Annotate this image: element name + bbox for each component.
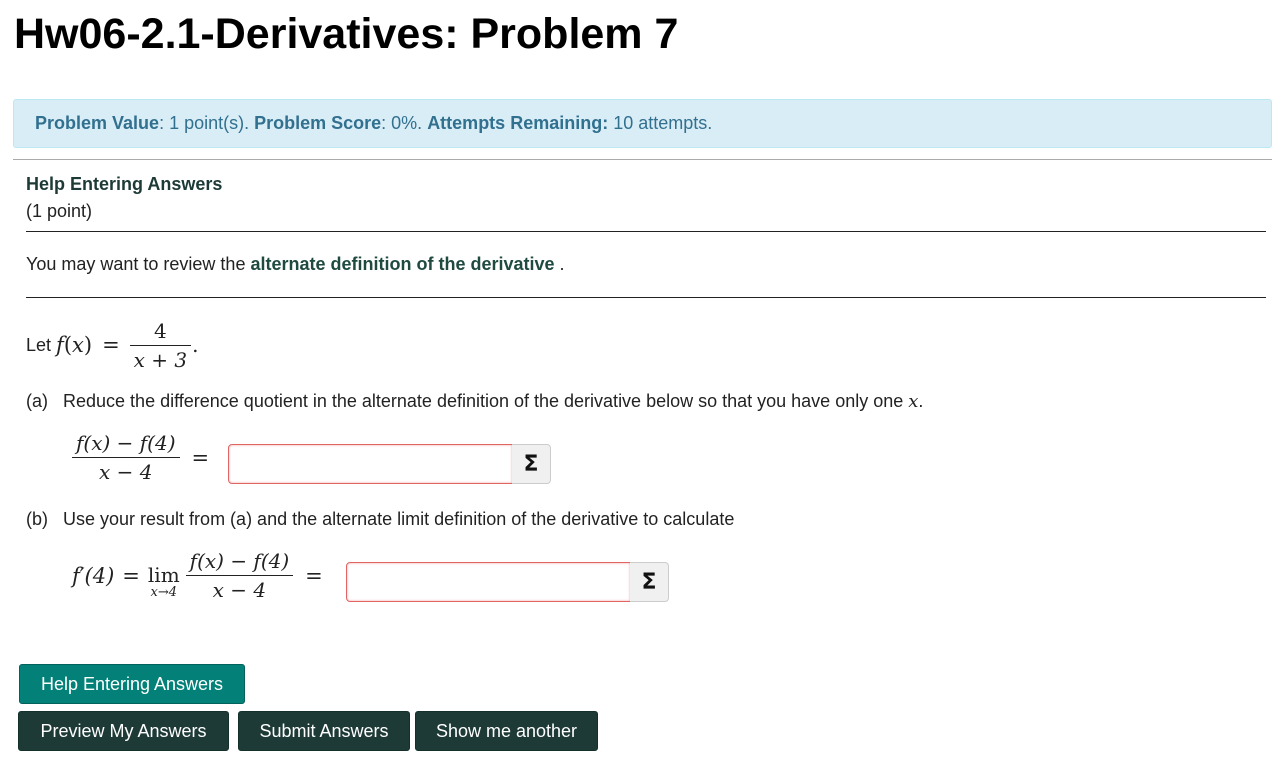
show-me-another-button[interactable]: Show me another [415,711,598,751]
attempts-remaining-text: 10 attempts. [608,113,713,133]
part-a-quotient: f(x) − f(4) x − 4 = [72,431,209,484]
part-b-question: (b) Use your result from (a) and the alt… [26,509,734,530]
submit-answers-button[interactable]: Submit Answers [238,711,410,751]
review-prefix: You may want to review the [26,254,251,274]
part-a-question: (a) Reduce the difference quotient in th… [26,391,923,412]
problem-info-bar: Problem Value: 1 point(s). Problem Score… [13,99,1272,148]
lim-subscript: x→4 [150,584,178,600]
part-a-label: (a) [26,391,48,411]
help-entering-answers-button[interactable]: Help Entering Answers [19,664,245,704]
equals-sign: = [305,563,323,588]
problem-value-label: Problem Value [35,113,160,133]
divider [13,159,1272,160]
part-a-answer-input[interactable] [228,444,513,484]
review-suffix: . [554,254,565,274]
problem-score-text: : 0%. [381,113,428,133]
function-name: f [56,333,64,357]
alternate-definition-link[interactable]: alternate definition of the derivative [250,254,554,274]
function-denominator: x + 3 [133,347,188,372]
divider [26,297,1266,298]
function-var: x [72,333,84,357]
equals-sign: = [102,333,120,357]
problem-value-text: : 1 point(s). [159,113,255,133]
part-b-lhs: f′(4) [72,563,115,588]
problem-points: (1 point) [26,201,93,221]
function-definition: Let f(x) = 4 x + 3 . [26,318,199,372]
function-fraction: 4 x + 3 [129,318,192,372]
page-title: Hw06-2.1-Derivatives: Problem 7 [14,10,679,58]
part-a-quotient-denominator: x − 4 [99,460,153,484]
part-b-text: Use your result from (a) and the alterna… [63,509,735,529]
equals-sign: = [191,445,210,470]
part-b-answer-input[interactable] [346,562,631,602]
sigma-icon[interactable]: Σ [630,562,669,602]
sigma-icon[interactable]: Σ [512,444,551,484]
part-a-end: . [918,391,924,411]
divider [26,231,1266,232]
help-entering-answers-heading: Help Entering Answers [26,174,223,194]
part-b-limit-expression: f′(4) = lim x→4 f(x) − f(4) x − 4 = [72,549,323,602]
part-b-quotient-denominator: x − 4 [212,578,267,602]
function-numerator: 4 [154,318,167,343]
review-hint: You may want to review the alternate def… [26,254,565,275]
part-a-text: Reduce the difference quotient in the al… [63,391,909,411]
part-a-var: x [908,391,919,412]
lim-operator: lim [147,562,180,587]
let-prefix: Let [26,334,57,355]
preview-answers-button[interactable]: Preview My Answers [18,711,229,751]
problem-score-label: Problem Score [254,113,382,133]
part-b-label: (b) [26,509,48,529]
part-b-quotient-numerator: f(x) − f(4) [189,549,290,573]
part-a-quotient-numerator: f(x) − f(4) [76,431,176,455]
attempts-remaining-label: Attempts Remaining: [427,113,609,133]
equals-sign: = [122,563,140,588]
